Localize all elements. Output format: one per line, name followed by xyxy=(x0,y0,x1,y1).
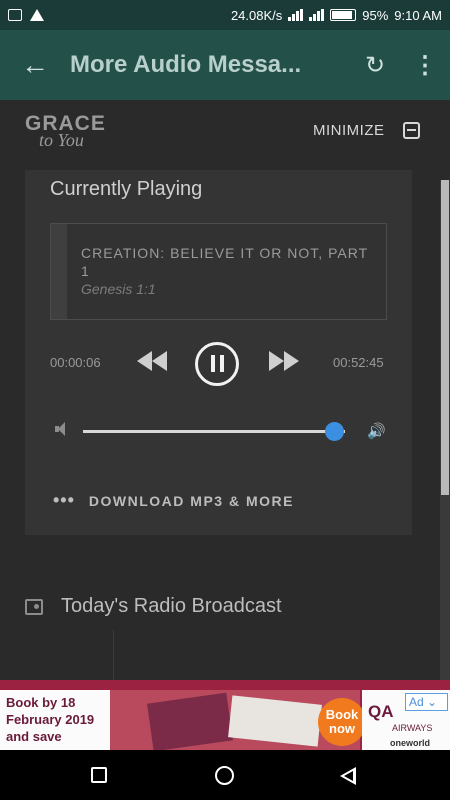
minimize-button[interactable]: MINIMIZE xyxy=(313,122,420,139)
radio-broadcast-item[interactable]: Today's Radio Broadcast xyxy=(25,595,282,618)
ad-text-panel: Book by 18 February 2019 and save xyxy=(0,690,110,750)
back-arrow-icon[interactable]: ← xyxy=(0,30,70,100)
ad-brand: QA xyxy=(368,702,394,721)
track-title: CREATION: BELIEVE IT OR NOT, PART 1 xyxy=(81,245,368,279)
network-speed: 24.08K/s xyxy=(230,7,283,23)
scrollbar-thumb[interactable] xyxy=(441,180,449,495)
more-dots-icon: ••• xyxy=(53,490,75,510)
ad-text: Book by 18 February 2019 and save xyxy=(6,695,95,744)
ad-badge-label: Ad xyxy=(409,695,424,709)
recents-icon[interactable] xyxy=(91,767,107,783)
fast-forward-icon[interactable] xyxy=(269,351,301,373)
app-bar: ← More Audio Messa... ↻ ⋮ xyxy=(0,30,450,100)
track-reference: Genesis 1:1 xyxy=(81,281,156,297)
more-vertical-icon[interactable]: ⋮ xyxy=(400,51,450,80)
ad-book-now-button[interactable]: Book now xyxy=(318,698,366,746)
grace-to-you-logo: GRACE to You xyxy=(25,112,106,151)
track-info[interactable]: CREATION: BELIEVE IT OR NOT, PART 1 Gene… xyxy=(50,223,387,320)
refresh-icon[interactable]: ↻ xyxy=(350,51,400,80)
rewind-icon[interactable] xyxy=(137,351,169,373)
ad-photo-passport xyxy=(147,692,233,750)
home-icon[interactable] xyxy=(215,766,234,785)
ad-alliance: oneworld xyxy=(390,738,430,748)
download-label: DOWNLOAD MP3 & MORE xyxy=(88,492,294,509)
volume-slider-track[interactable] xyxy=(83,430,345,433)
currently-playing-heading: Currently Playing xyxy=(50,178,203,200)
warning-icon xyxy=(30,9,44,21)
back-triangle-inner xyxy=(344,771,353,781)
divider xyxy=(113,630,114,680)
signal-icon-2 xyxy=(309,9,325,21)
pause-icon[interactable] xyxy=(195,342,239,386)
track-accent-bar xyxy=(51,224,67,319)
ad-banner[interactable]: Book by 18 February 2019 and save Book n… xyxy=(0,680,450,750)
minimize-label: MINIMIZE xyxy=(313,122,385,139)
volume-high-icon: 🔊 xyxy=(367,423,386,440)
radio-broadcast-label: Today's Radio Broadcast xyxy=(61,595,282,617)
cast-icon xyxy=(8,9,22,21)
signal-icon xyxy=(288,9,304,21)
ad-brand-sub: AIRWAYS xyxy=(392,723,433,733)
status-bar: 24.08K/s 95% 9:10 AM xyxy=(0,0,450,30)
scrollbar[interactable] xyxy=(440,180,450,680)
total-duration: 00:52:45 xyxy=(333,355,384,370)
volume-low-icon xyxy=(55,422,65,436)
ad-photo-postcard xyxy=(228,695,322,747)
page-title: More Audio Messa... xyxy=(70,51,302,78)
volume-slider-thumb[interactable] xyxy=(325,422,345,441)
elapsed-time: 00:00:06 xyxy=(50,355,101,370)
minimize-icon xyxy=(402,122,420,139)
player-card: Currently Playing CREATION: BELIEVE IT O… xyxy=(25,170,412,535)
battery-icon xyxy=(330,9,357,21)
radio-icon xyxy=(25,598,43,615)
battery-percent: 95% xyxy=(362,7,389,23)
download-mp3-button[interactable]: ••• DOWNLOAD MP3 & MORE xyxy=(53,490,294,511)
ad-badge[interactable]: Ad ⌄ xyxy=(405,693,448,711)
clock: 9:10 AM xyxy=(394,7,442,23)
